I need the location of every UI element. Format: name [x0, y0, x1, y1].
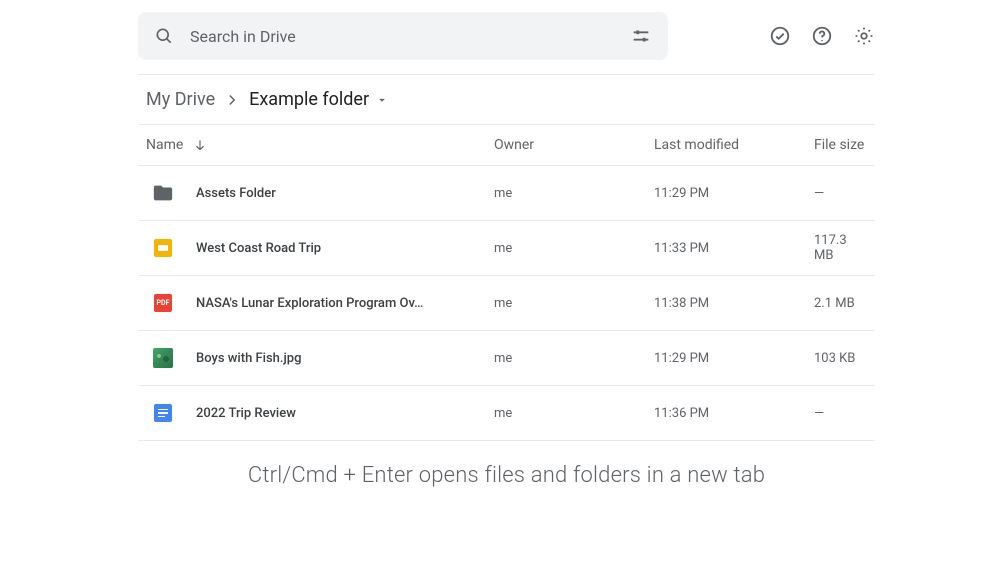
file-owner: me — [494, 406, 654, 421]
sort-descending-icon — [193, 138, 207, 152]
file-owner: me — [494, 296, 654, 311]
search-placeholder: Search in Drive — [190, 27, 614, 46]
file-size: 117.3 MB — [814, 233, 867, 263]
image-icon — [152, 347, 174, 369]
table-row[interactable]: PDF NASA's Lunar Exploration Program Ov… m… — [138, 276, 875, 331]
folder-icon — [152, 182, 174, 204]
settings-gear-icon[interactable] — [853, 25, 875, 47]
slides-icon — [152, 237, 174, 259]
file-name: Assets Folder — [196, 186, 276, 201]
file-owner: me — [494, 186, 654, 201]
chevron-right-icon — [223, 91, 241, 109]
file-name: 2022 Trip Review — [196, 406, 296, 421]
topbar-action-icons — [769, 25, 875, 47]
tune-icon[interactable] — [630, 25, 652, 47]
breadcrumb-current-label: Example folder — [249, 89, 369, 110]
column-header-modified[interactable]: Last modified — [654, 137, 814, 153]
breadcrumb-current[interactable]: Example folder — [249, 89, 389, 110]
file-modified: 11:29 PM — [654, 186, 814, 201]
file-size: 2.1 MB — [814, 296, 867, 311]
search-icon — [154, 26, 174, 46]
column-name-label: Name — [146, 137, 183, 153]
table-header: Name Owner Last modified File size — [138, 124, 875, 166]
file-modified: 11:29 PM — [654, 351, 814, 366]
column-header-size[interactable]: File size — [814, 137, 867, 153]
doc-icon — [152, 402, 174, 424]
file-name: West Coast Road Trip — [196, 241, 321, 256]
file-modified: 11:36 PM — [654, 406, 814, 421]
keyboard-tip: Ctrl/Cmd + Enter opens files and folders… — [138, 441, 875, 488]
help-icon[interactable] — [811, 25, 833, 47]
table-row[interactable]: 2022 Trip Review me11:36 PM— — [138, 386, 875, 441]
dropdown-caret-icon — [375, 93, 389, 107]
file-size: — — [814, 406, 867, 421]
file-modified: 11:38 PM — [654, 296, 814, 311]
search-bar[interactable]: Search in Drive — [138, 12, 668, 60]
table-row[interactable]: Boys with Fish.jpg me11:29 PM103 KB — [138, 331, 875, 386]
file-name: Boys with Fish.jpg — [196, 351, 301, 366]
file-owner: me — [494, 351, 654, 366]
table-row[interactable]: West Coast Road Trip me11:33 PM117.3 MB — [138, 221, 875, 276]
breadcrumb: My Drive Example folder — [138, 75, 875, 124]
file-owner: me — [494, 241, 654, 256]
topbar: Search in Drive — [138, 0, 875, 75]
file-size: — — [814, 186, 867, 201]
column-header-name[interactable]: Name — [146, 137, 494, 153]
file-list: Assets Folderme11:29 PM—West Coast Road … — [138, 166, 875, 441]
table-row[interactable]: Assets Folder me11:29 PM— — [138, 166, 875, 221]
breadcrumb-root[interactable]: My Drive — [146, 89, 215, 110]
column-header-owner[interactable]: Owner — [494, 137, 654, 153]
file-modified: 11:33 PM — [654, 241, 814, 256]
file-size: 103 KB — [814, 351, 867, 366]
pdf-icon: PDF — [152, 292, 174, 314]
offline-ready-icon[interactable] — [769, 25, 791, 47]
file-name: NASA's Lunar Exploration Program Ov… — [196, 296, 423, 311]
